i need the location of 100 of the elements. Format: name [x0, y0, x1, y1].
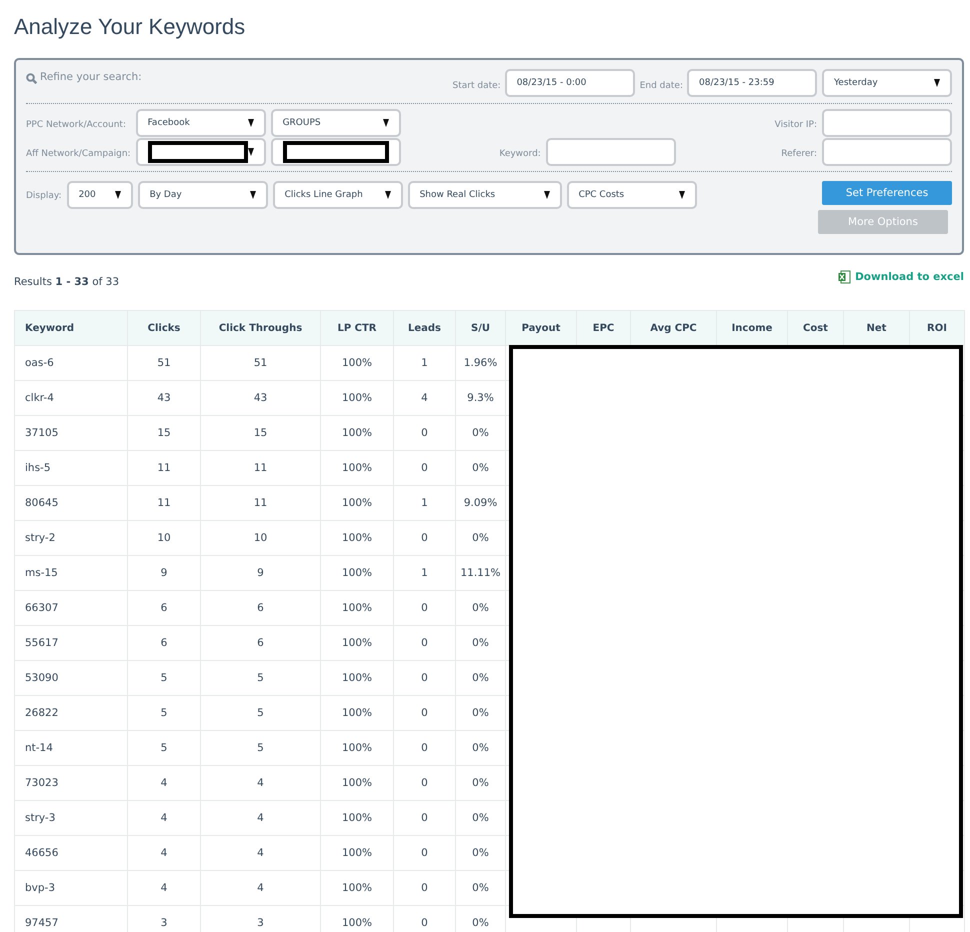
table-cell: 0%: [456, 836, 506, 870]
table-cell: 11: [200, 450, 320, 486]
table-cell: 5: [200, 730, 320, 766]
table-cell: 0: [394, 660, 456, 696]
field-label: Visitor IP:: [774, 120, 817, 130]
table-cell: 100%: [320, 380, 394, 416]
table-cell: 6: [200, 626, 320, 660]
table-cell: 9.3%: [456, 380, 506, 416]
column-header[interactable]: Click Throughs: [200, 310, 320, 346]
table-cell: 4: [128, 800, 200, 836]
table-cell: 100%: [320, 556, 394, 590]
table-cell: 6: [128, 626, 200, 660]
column-header[interactable]: Payout: [506, 310, 576, 346]
table-cell: 0%: [456, 416, 506, 450]
column-header[interactable]: Income: [716, 310, 788, 346]
table-cell: 53090: [14, 660, 128, 696]
table-cell: 0%: [456, 590, 506, 626]
table-cell: 55617: [14, 626, 128, 660]
table-cell: 0: [394, 730, 456, 766]
table-cell: 100%: [320, 870, 394, 906]
display-select[interactable]: Clicks Line Graph: [272, 181, 403, 209]
search-icon: [26, 73, 37, 84]
column-header[interactable]: Clicks: [128, 310, 200, 346]
field-label: End date:: [640, 81, 683, 91]
column-header[interactable]: Avg CPC: [630, 310, 716, 346]
table-cell: 4: [128, 870, 200, 906]
table-cell: 0: [394, 520, 456, 556]
table-cell: 4: [200, 870, 320, 906]
table-cell: 46656: [14, 836, 128, 870]
table-cell: 0%: [456, 766, 506, 800]
column-header[interactable]: Net: [844, 310, 910, 346]
table-cell: 100%: [320, 346, 394, 380]
table-cell: 11: [200, 486, 320, 520]
table-cell: 100%: [320, 660, 394, 696]
table-cell: 0: [394, 696, 456, 730]
table-cell: 100%: [320, 486, 394, 520]
display-select[interactable]: By Day: [138, 181, 268, 209]
table-cell: 6: [128, 590, 200, 626]
table-cell: 0: [394, 590, 456, 626]
column-header[interactable]: EPC: [576, 310, 630, 346]
field-label: Aff Network/Campaign:: [26, 149, 131, 159]
date-field[interactable]: 08/23/15 - 23:59: [687, 69, 817, 97]
column-header[interactable]: ROI: [910, 310, 964, 346]
display-select[interactable]: 200: [66, 181, 133, 209]
table-cell: 5: [200, 696, 320, 730]
table-cell: 51: [200, 346, 320, 380]
table-cell: 0: [394, 870, 456, 906]
visitor-ip-field[interactable]: [822, 109, 952, 137]
table-cell: 73023: [14, 766, 128, 800]
column-header[interactable]: Keyword: [14, 310, 128, 346]
table-cell: 43: [128, 380, 200, 416]
table-cell: 0: [394, 766, 456, 800]
keyword-field[interactable]: [546, 138, 676, 166]
table-cell: 4: [200, 766, 320, 800]
table-cell: clkr-4: [14, 380, 128, 416]
referer-field[interactable]: [822, 138, 952, 166]
table-cell: 0: [394, 800, 456, 836]
table-cell: 9: [200, 556, 320, 590]
table-cell: 0%: [456, 626, 506, 660]
table-cell: 10: [200, 520, 320, 556]
table-cell: 0%: [456, 520, 506, 556]
table-cell: 1: [394, 486, 456, 520]
table-cell: 4: [128, 766, 200, 800]
account-select[interactable]: Facebook: [136, 109, 266, 137]
account-select[interactable]: GROUPS: [270, 109, 401, 137]
table-cell: ihs-5: [14, 450, 128, 486]
table-cell: 5: [128, 696, 200, 730]
results-count: Results 1 - 33 of 33: [14, 276, 120, 288]
table-cell: 5: [200, 660, 320, 696]
table-cell: stry-3: [14, 800, 128, 836]
table-cell: 4: [200, 800, 320, 836]
campaign-select[interactable]: [136, 138, 266, 166]
display-select[interactable]: Show Real Clicks: [408, 181, 562, 209]
table-cell: 97457: [14, 906, 128, 932]
date-field[interactable]: 08/23/15 - 0:00: [504, 69, 635, 97]
table-cell: 1: [394, 346, 456, 380]
table-cell: 100%: [320, 696, 394, 730]
column-header[interactable]: S/U: [456, 310, 506, 346]
display-select[interactable]: CPC Costs: [566, 181, 697, 209]
column-header[interactable]: LP CTR: [320, 310, 394, 346]
column-header[interactable]: Cost: [788, 310, 844, 346]
table-cell: 11.11%: [456, 556, 506, 590]
table-cell: 5: [128, 730, 200, 766]
table-cell: 15: [128, 416, 200, 450]
table-cell: 100%: [320, 450, 394, 486]
campaign-field[interactable]: [270, 138, 401, 166]
spreadsheet-icon: [838, 270, 852, 284]
column-header[interactable]: Leads: [394, 310, 456, 346]
table-cell: 100%: [320, 626, 394, 660]
table-cell: 0: [394, 450, 456, 486]
range-select[interactable]: Yesterday: [822, 69, 952, 97]
table-cell: 100%: [320, 836, 394, 870]
table-cell: 100%: [320, 766, 394, 800]
table-cell: 80645: [14, 486, 128, 520]
table-cell: 0%: [456, 730, 506, 766]
field-label: PPC Network/Account:: [26, 120, 126, 130]
table-cell: 100%: [320, 590, 394, 626]
table-cell: bvp-3: [14, 870, 128, 906]
table-cell: 51: [128, 346, 200, 380]
table-cell: 0%: [456, 450, 506, 486]
